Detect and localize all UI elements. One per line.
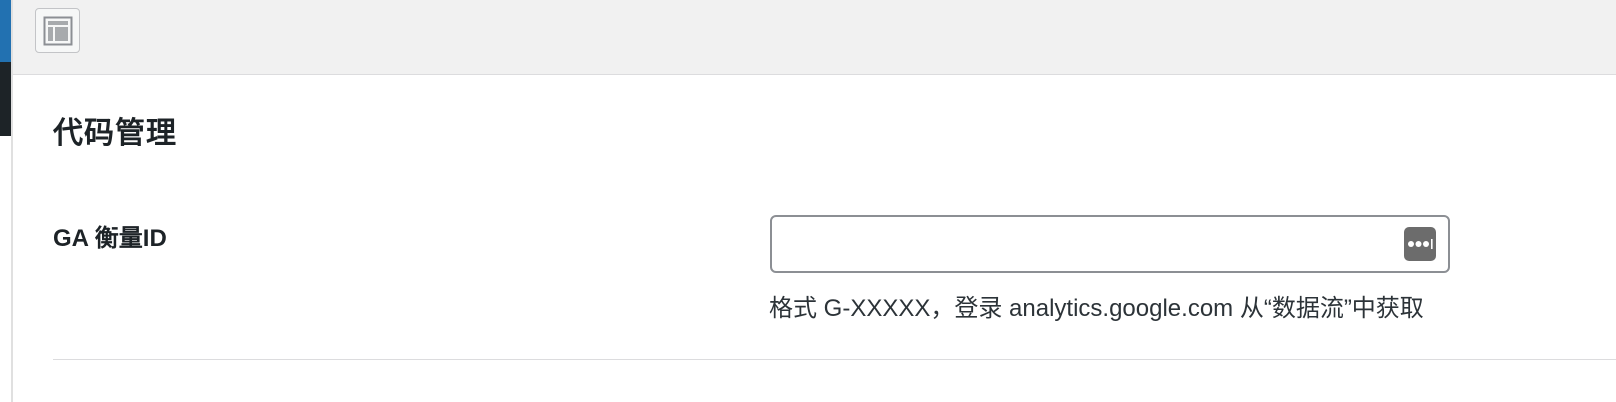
- ga-measurement-id-label: GA 衡量ID: [53, 225, 167, 252]
- section-title: 代码管理: [53, 117, 177, 150]
- admin-menu-dark-edge[interactable]: [0, 62, 11, 136]
- row-divider: [53, 359, 1616, 360]
- top-toolbar: [13, 0, 1616, 75]
- password-manager-icon[interactable]: [1404, 227, 1436, 261]
- field-description: 格式 G-XXXXX，登录 analytics.google.com 从“数据流…: [769, 295, 1424, 322]
- admin-sidebar-edge: [0, 0, 11, 402]
- settings-panel: 代码管理 GA 衡量ID 格式 G-XXXXX，登录 analytics.goo…: [13, 76, 1616, 402]
- app-window: 代码管理 GA 衡量ID 格式 G-XXXXX，登录 analytics.goo…: [0, 0, 1616, 402]
- layout-panel-icon: [43, 16, 72, 45]
- admin-menu-active-edge[interactable]: [0, 0, 11, 62]
- ga-measurement-id-input[interactable]: [772, 217, 1448, 271]
- dots-icon: [1408, 239, 1433, 249]
- layout-toggle-button[interactable]: [35, 8, 80, 53]
- ga-measurement-id-field[interactable]: [770, 215, 1450, 273]
